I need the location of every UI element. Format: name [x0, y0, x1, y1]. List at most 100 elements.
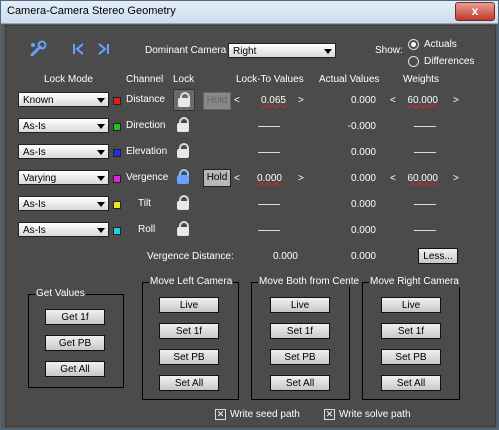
lock-mode-select-tilt[interactable]: As-Is [18, 196, 109, 211]
lock-mode-value: As-Is [23, 225, 46, 236]
move-right-camera-group: Move Right Camera Live Set 1f Set PB Set… [362, 276, 460, 400]
lockto-increment-distance[interactable]: > [298, 95, 304, 106]
channel-color-swatch [113, 97, 121, 105]
weight-increment-distance[interactable]: > [453, 95, 459, 106]
lock-mode-value: Varying [23, 173, 57, 184]
weight-decrement-distance[interactable]: < [390, 95, 396, 106]
weight-increment-vergence[interactable]: > [453, 173, 459, 184]
channel-color-swatch [113, 149, 121, 157]
actual-value-vergence: 0.000 [350, 173, 376, 184]
lock-icon [177, 92, 191, 108]
left-set-pb-button[interactable]: Set PB [159, 349, 219, 365]
lockto-empty-elevation [258, 152, 280, 153]
lockto-increment-vergence[interactable]: > [298, 173, 304, 184]
lock-mode-select-vergence[interactable]: Varying [18, 170, 109, 185]
weight-value-vergence[interactable]: 60.000 [400, 173, 438, 184]
move-both-title: Move Both from Cente [258, 276, 361, 287]
skip-to-start-icon[interactable] [72, 42, 86, 56]
write-solve-path-checkbox[interactable]: ✕ [324, 409, 335, 420]
right-live-button[interactable]: Live [381, 297, 441, 313]
dominant-camera-value: Right [233, 46, 257, 57]
actual-value-elevation: 0.000 [350, 147, 376, 158]
move-left-camera-group: Move Left Camera Live Set 1f Set PB Set … [142, 276, 239, 400]
get-pb-button[interactable]: Get PB [45, 335, 105, 351]
chevron-down-icon [97, 150, 105, 155]
channel-label-vergence: Vergence [126, 172, 169, 183]
window-title: Camera-Camera Stereo Geometry [7, 5, 176, 17]
less-button[interactable]: Less... [418, 248, 458, 264]
get-1f-button[interactable]: Get 1f [45, 309, 105, 325]
weight-decrement-vergence[interactable]: < [390, 173, 396, 184]
actual-value-tilt: 0.000 [350, 199, 376, 210]
vergence-distance-actual: 0.000 [350, 251, 376, 262]
actual-value-distance: 0.000 [350, 95, 376, 106]
lock-icon-active[interactable] [176, 169, 190, 185]
show-differences-label: Differences [424, 56, 475, 67]
get-values-group: Get Values Get 1f Get PB Get All [28, 288, 124, 388]
right-set-1f-button[interactable]: Set 1f [381, 323, 441, 339]
lock-icon[interactable] [176, 221, 190, 237]
channel-label-elevation: Elevation [126, 146, 168, 157]
channel-label-roll: Roll [138, 224, 156, 235]
weight-empty-tilt [414, 204, 436, 205]
weight-value-distance[interactable]: 60.000 [400, 95, 438, 106]
skip-to-end-icon[interactable] [96, 42, 110, 56]
lock-icon[interactable] [176, 143, 190, 159]
lock-mode-select-distance[interactable]: Known [18, 92, 109, 107]
lockto-decrement-vergence[interactable]: < [234, 173, 240, 184]
header-weights: Weights [403, 74, 439, 85]
lock-icon[interactable] [176, 117, 190, 133]
dominant-camera-select[interactable]: Right [228, 43, 336, 58]
show-actuals-radio[interactable] [408, 39, 419, 50]
channel-label-direction: Direction [126, 120, 166, 131]
lock-mode-select-direction[interactable]: As-Is [18, 118, 109, 133]
lock-toggle-distance[interactable] [173, 89, 195, 111]
lock-mode-value: Known [23, 95, 54, 106]
right-set-pb-button[interactable]: Set PB [381, 349, 441, 365]
header-actual-values: Actual Values [319, 74, 380, 85]
write-seed-path-label: Write seed path [230, 409, 300, 420]
wrench-icon[interactable] [29, 40, 47, 58]
client-area: Dominant Camera Right Show: Actuals Diff… [5, 25, 496, 427]
chevron-down-icon [97, 124, 105, 129]
right-set-all-button[interactable]: Set All [381, 375, 441, 391]
actual-value-direction: -0.000 [347, 121, 376, 132]
lockto-empty-tilt [258, 204, 280, 205]
get-all-button[interactable]: Get All [45, 361, 105, 377]
channel-color-swatch [113, 123, 121, 131]
lock-icon[interactable] [176, 195, 190, 211]
actual-value-roll: 0.000 [350, 225, 376, 236]
both-live-button[interactable]: Live [270, 297, 330, 313]
close-button[interactable]: x [455, 2, 495, 21]
lock-mode-value: As-Is [23, 121, 46, 132]
weight-empty-direction [414, 126, 436, 127]
channel-label-distance: Distance [126, 94, 165, 105]
show-label: Show: [375, 45, 403, 56]
lockto-value-distance[interactable]: 0.065 [246, 95, 286, 106]
lock-mode-select-roll[interactable]: As-Is [18, 222, 109, 237]
hold-button-vergence[interactable]: Hold [203, 169, 231, 187]
write-seed-path-checkbox[interactable]: ✕ [215, 409, 226, 420]
header-channel: Channel [126, 74, 164, 85]
lockto-decrement-distance[interactable]: < [234, 95, 240, 106]
header-lock-mode: Lock Mode [44, 74, 93, 85]
stereo-geometry-window: Camera-Camera Stereo Geometry x Dominant… [0, 0, 499, 430]
vergence-distance-lockto: 0.000 [272, 251, 298, 262]
channel-color-swatch [113, 227, 121, 235]
lock-mode-select-elevation[interactable]: As-Is [18, 144, 109, 159]
hold-button-distance[interactable]: Hold [203, 92, 231, 110]
lock-mode-value: As-Is [23, 199, 46, 210]
move-both-group: Move Both from Cente Live Set 1f Set PB … [251, 276, 361, 400]
left-live-button[interactable]: Live [159, 297, 219, 313]
lock-mode-value: As-Is [23, 147, 46, 158]
lockto-value-vergence[interactable]: 0.000 [246, 173, 282, 184]
vergence-distance-label: Vergence Distance: [147, 251, 234, 262]
show-differences-radio[interactable] [408, 56, 419, 67]
write-solve-path-label: Write solve path [339, 409, 411, 420]
left-set-all-button[interactable]: Set All [159, 375, 219, 391]
both-set-all-button[interactable]: Set All [270, 375, 330, 391]
left-set-1f-button[interactable]: Set 1f [159, 323, 219, 339]
both-set-pb-button[interactable]: Set PB [270, 349, 330, 365]
both-set-1f-button[interactable]: Set 1f [270, 323, 330, 339]
channel-color-swatch [113, 201, 121, 209]
